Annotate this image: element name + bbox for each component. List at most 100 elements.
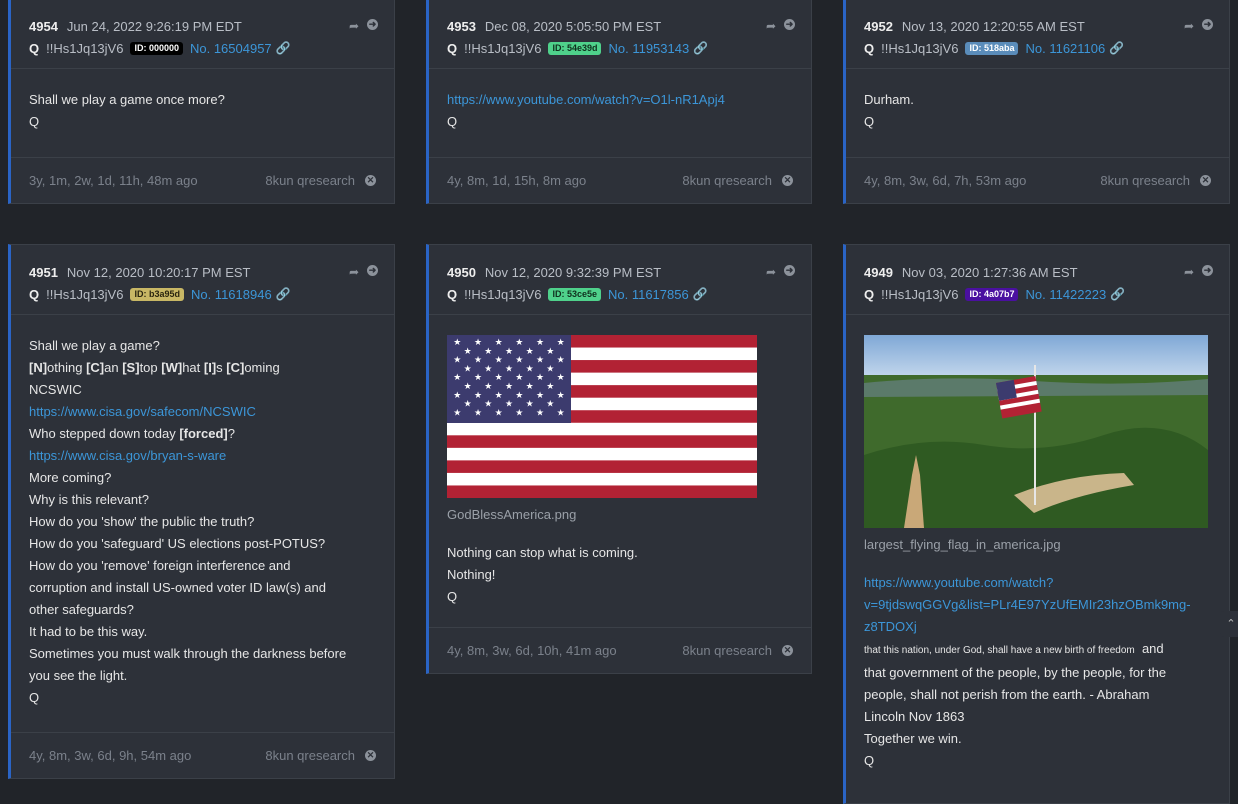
tripcode: !!Hs1Jq13jV6 (46, 286, 124, 302)
post-text: other safeguards? (29, 602, 134, 617)
post-url-link[interactable]: https://www.youtube.com/watch?v=O1l-nR1A… (447, 89, 793, 111)
share-icon[interactable]: ➦ (1184, 19, 1194, 33)
post-source[interactable]: 8kun qresearch (682, 643, 772, 658)
flag-star: ★ (474, 407, 482, 417)
close-circle-icon[interactable]: ✕ (782, 645, 793, 656)
post-source[interactable]: 8kun qresearch (1100, 173, 1190, 188)
post-header: 4949 Nov 03, 2020 1:27:36 AM EST Q !!Hs1Jq… (846, 245, 1229, 315)
post-number[interactable]: 4952 (864, 19, 893, 34)
id-badge: ID: 518aba (965, 41, 1019, 55)
flag-stripe (447, 422, 757, 436)
post-source[interactable]: 8kun qresearch (682, 173, 772, 188)
quote-and: and (1141, 641, 1164, 656)
post-body: https://www.youtube.com/watch?v=O1l-nR1A… (429, 69, 811, 143)
youtube-link[interactable]: z8TDOXj (864, 616, 1211, 638)
flag-star: ★ (515, 355, 523, 365)
flag-star: ★ (557, 355, 565, 365)
link-icon[interactable]: 🔗 (1110, 287, 1125, 301)
arrow-right-circle-icon[interactable]: ➜ (784, 265, 795, 276)
post-url-link[interactable]: https://www.cisa.gov/bryan-s-ware (29, 445, 376, 467)
post-date: Jun 24, 2022 9:26:19 PM EDT (66, 18, 242, 34)
post-number[interactable]: 4949 (864, 265, 893, 280)
post-text: Together we win. (864, 731, 962, 746)
post-link[interactable]: No. 11953143 (608, 41, 689, 56)
post-number[interactable]: 4950 (447, 265, 476, 280)
post-text: corruption and install US-owned voter ID… (29, 580, 326, 595)
link-icon[interactable]: 🔗 (276, 287, 291, 301)
post-text: Q (29, 690, 40, 705)
image-filename[interactable]: largest_flying_flag_in_america.jpg (864, 534, 1211, 556)
post-age: 3y, 1m, 2w, 1d, 11h, 48m ago (29, 173, 198, 188)
link-icon[interactable]: 🔗 (693, 41, 708, 55)
link-icon[interactable]: 🔗 (1109, 41, 1124, 55)
post-text: Why is this relevant? (29, 492, 149, 507)
post-text: Shall we play a game once more? (29, 92, 225, 107)
post-text: Sometimes you must walk through the dark… (29, 646, 347, 661)
post-source[interactable]: 8kun qresearch (265, 173, 355, 188)
quote-line: that this nation, under God, shall have … (864, 638, 1211, 662)
post-link[interactable]: No. 11621106 (1025, 41, 1105, 56)
us-flag-image[interactable]: ★ ★ ★ ★ ★ ★★ ★ ★ ★ ★★ ★ ★ ★ ★ ★★ ★ ★ ★ ★★ ★ ★ ★ ★ ★★ ★ ★ ★ ★★ ★ ★ ★ ★ ★★… (447, 335, 757, 498)
flag-star: ★ (484, 346, 492, 356)
link-icon[interactable]: 🔗 (276, 41, 291, 55)
flag-star: ★ (515, 407, 523, 417)
arrow-right-circle-icon[interactable]: ➜ (367, 19, 378, 30)
post-body: Shall we play a game once more? Q (11, 69, 394, 143)
close-circle-icon[interactable]: ✕ (1200, 175, 1211, 186)
flag-star: ★ (484, 381, 492, 391)
flag-star: ★ (526, 381, 534, 391)
post-link[interactable]: No. 11618946 (191, 287, 272, 302)
close-circle-icon[interactable]: ✕ (782, 175, 793, 186)
post-date: Dec 08, 2020 5:05:50 PM EST (484, 18, 662, 34)
flag-stripe (447, 435, 757, 449)
post-number[interactable]: 4951 (29, 265, 58, 280)
share-icon[interactable]: ➦ (1184, 265, 1194, 279)
flag-star: ★ (453, 355, 461, 365)
share-icon[interactable]: ➦ (766, 19, 776, 33)
youtube-link[interactable]: v=9tjdswqGGVg&list=PLr4E97YzUfEMIr23hzOB… (864, 594, 1211, 616)
post-url-link[interactable]: https://www.cisa.gov/safecom/NCSWIC (29, 401, 376, 423)
post-text: How do you 'remove' foreign interference… (29, 558, 291, 573)
close-circle-icon[interactable]: ✕ (365, 175, 376, 186)
post-number[interactable]: 4953 (447, 19, 476, 34)
post-card-4954: 4954 Jun 24, 2022 9:26:19 PM EDT Q !!Hs1Jq… (8, 0, 395, 204)
link-icon[interactable]: 🔗 (693, 287, 708, 301)
share-icon[interactable]: ➦ (349, 265, 359, 279)
flag-star: ★ (546, 381, 554, 391)
flag-star: ★ (557, 390, 565, 400)
flag-star: ★ (546, 346, 554, 356)
close-circle-icon[interactable]: ✕ (365, 750, 376, 761)
author-name: Q (447, 40, 458, 56)
flag-star: ★ (546, 399, 554, 409)
post-body: largest_flying_flag_in_america.jpg https… (846, 315, 1229, 782)
flag-star: ★ (453, 390, 461, 400)
flying-flag-photo[interactable] (864, 335, 1208, 528)
arrow-right-circle-icon[interactable]: ➜ (784, 19, 795, 30)
post-source[interactable]: 8kun qresearch (265, 748, 355, 763)
arrow-right-circle-icon[interactable]: ➜ (1202, 19, 1213, 30)
tripcode: !!Hs1Jq13jV6 (46, 40, 124, 56)
arrow-right-circle-icon[interactable]: ➜ (367, 265, 378, 276)
share-icon[interactable]: ➦ (349, 19, 359, 33)
author-name: Q (29, 40, 40, 56)
post-date: Nov 12, 2020 10:20:17 PM EST (66, 264, 251, 280)
post-link[interactable]: No. 16504957 (190, 41, 272, 56)
post-number[interactable]: 4954 (29, 19, 58, 34)
flag-star: ★ (484, 399, 492, 409)
post-text: Who stepped down today [forced]? (29, 426, 235, 441)
tripcode: !!Hs1Jq13jV6 (464, 286, 542, 302)
flag-star: ★ (464, 346, 472, 356)
arrow-right-circle-icon[interactable]: ➜ (1202, 265, 1213, 276)
post-link[interactable]: No. 11422223 (1025, 287, 1106, 302)
scroll-top-button[interactable]: ⌃ (1220, 611, 1238, 637)
flag-star: ★ (536, 372, 544, 382)
post-link[interactable]: No. 11617856 (608, 287, 689, 302)
youtube-link[interactable]: https://www.youtube.com/watch? (864, 572, 1211, 594)
post-text: NCSWIC (29, 382, 82, 397)
post-text: How do you 'safeguard' US elections post… (29, 536, 326, 551)
tripcode: !!Hs1Jq13jV6 (881, 40, 959, 56)
share-icon[interactable]: ➦ (766, 265, 776, 279)
image-filename[interactable]: GodBlessAmerica.png (447, 504, 793, 526)
id-badge: ID: 53ce5e (548, 287, 601, 301)
post-text: Lincoln Nov 1863 (864, 709, 965, 724)
